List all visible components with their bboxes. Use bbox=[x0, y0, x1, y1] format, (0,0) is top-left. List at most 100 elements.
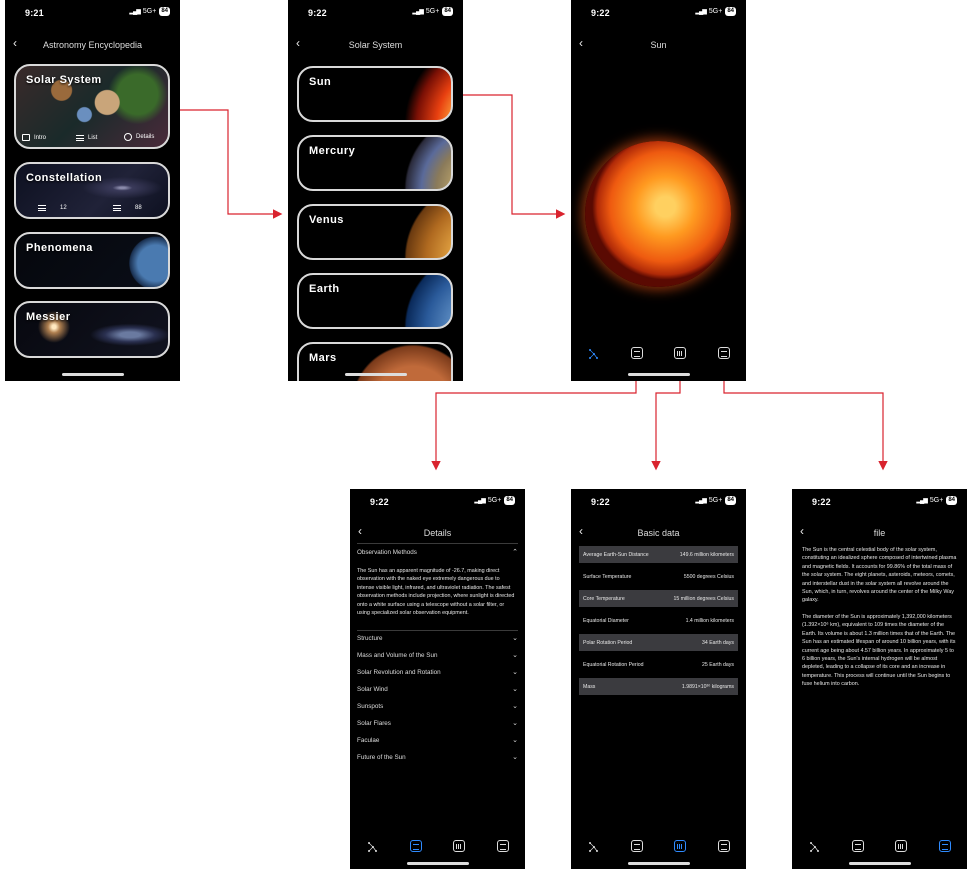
screen-sun: 9:22 ▂▄▆ 5G+ 84 ‹ Sun bbox=[571, 0, 746, 381]
planet-card-mercury[interactable]: Mercury bbox=[297, 135, 453, 191]
meta-list: List bbox=[88, 135, 98, 141]
accordion-label: Solar Flares bbox=[357, 719, 391, 727]
page-title: Astronomy Encyclopedia bbox=[42, 40, 143, 50]
screen-astronomy-encyclopedia: 9:21 ▂▄▆ 5G+ 84 ‹ Astronomy Encyclopedia S… bbox=[5, 0, 180, 381]
page-title: Details bbox=[423, 528, 452, 538]
meta-intro: Intro bbox=[34, 134, 47, 141]
chevron-down-icon: ⌄ bbox=[512, 686, 518, 693]
details-icon bbox=[124, 133, 132, 141]
network-label: 5G+ bbox=[929, 497, 944, 504]
signal-icon: ▂▄▆ bbox=[695, 498, 707, 504]
card-solar-system[interactable]: Solar System Intro List Details bbox=[14, 64, 170, 149]
card-label: Phenomena bbox=[26, 242, 93, 254]
network-label: 5G+ bbox=[142, 8, 157, 15]
constellation-tab-icon[interactable] bbox=[587, 840, 599, 852]
data-value: 149.6 million kilometers bbox=[679, 551, 734, 558]
basic-data-tab-icon[interactable] bbox=[453, 840, 466, 852]
accordion-sunspots[interactable]: Sunspots ⌄ bbox=[357, 702, 518, 711]
card-label: Venus bbox=[309, 214, 344, 226]
accordion-label: Faculae bbox=[357, 736, 380, 744]
card-phenomena[interactable]: Phenomena bbox=[14, 232, 170, 289]
data-label: Core Temperature bbox=[583, 595, 625, 602]
arrow-sun-to-detail bbox=[455, 94, 566, 219]
file-tab-icon[interactable] bbox=[718, 347, 731, 359]
status-bar: 9:22 ▂▄▆ 5G+ 84 bbox=[571, 0, 746, 22]
basic-data-tab-icon[interactable] bbox=[674, 347, 687, 359]
arrow-to-details bbox=[431, 380, 637, 471]
basic-data-tab-icon[interactable] bbox=[674, 840, 687, 852]
constellation-tab-icon[interactable] bbox=[587, 347, 599, 359]
planet-card-sun[interactable]: Sun bbox=[297, 66, 453, 122]
constellation-tab-icon[interactable] bbox=[808, 840, 820, 852]
chevron-down-icon: ⌄ bbox=[512, 754, 518, 761]
status-time: 9:22 bbox=[591, 8, 610, 18]
details-tab-icon[interactable] bbox=[630, 347, 643, 359]
planet-card-earth[interactable]: Earth bbox=[297, 273, 453, 329]
home-indicator bbox=[406, 862, 469, 865]
chevron-down-icon: ⌄ bbox=[512, 635, 518, 642]
card-label: Constellation bbox=[26, 172, 103, 184]
network-label: 5G+ bbox=[708, 497, 723, 504]
basic-data-tab-icon[interactable] bbox=[895, 840, 908, 852]
details-tab-icon[interactable] bbox=[851, 840, 864, 852]
signal-icon: ▂▄▆ bbox=[916, 498, 928, 504]
accordion-structure[interactable]: Structure ⌄ bbox=[357, 634, 518, 643]
data-label: Average Earth-Sun Distance bbox=[583, 551, 649, 558]
chevron-down-icon: ⌄ bbox=[512, 703, 518, 710]
constellation-tab-icon[interactable] bbox=[366, 840, 378, 852]
meta-constellations: 12 bbox=[60, 205, 67, 211]
data-value: 15 million degrees Celsius bbox=[673, 595, 734, 602]
page-title: Solar System bbox=[348, 40, 403, 50]
accordion-label: Mass and Volume of the Sun bbox=[357, 651, 438, 659]
status-bar: 9:22 ▂▄▆ 5G+ 84 bbox=[288, 0, 463, 22]
screen-file: 9:22 ▂▄▆ 5G+ 84 ‹ file The Sun is the cent… bbox=[792, 489, 967, 869]
tab-bar bbox=[571, 347, 746, 359]
data-row: Equatorial Diameter 1.4 million kilometer… bbox=[579, 612, 738, 629]
details-tab-icon[interactable] bbox=[409, 840, 422, 852]
status-time: 9:22 bbox=[812, 497, 831, 507]
file-tab-icon[interactable] bbox=[939, 840, 952, 852]
accordion-revolution-rotation[interactable]: Solar Revolution and Rotation ⌄ bbox=[357, 668, 518, 677]
network-label: 5G+ bbox=[425, 8, 440, 15]
accordion-mass-volume[interactable]: Mass and Volume of the Sun ⌄ bbox=[357, 651, 518, 660]
signal-icon: ▂▄▆ bbox=[412, 9, 424, 15]
card-messier[interactable]: Messier bbox=[14, 301, 170, 358]
accordion-label: Future of the Sun bbox=[357, 753, 406, 761]
data-label: Equatorial Rotation Period bbox=[583, 661, 644, 668]
observation-paragraph: The Sun has an apparent magnitude of -26… bbox=[357, 568, 515, 617]
home-indicator bbox=[627, 373, 690, 376]
accordion-label: Observation Methods bbox=[357, 548, 417, 556]
card-label: Earth bbox=[309, 283, 340, 295]
planet-card-venus[interactable]: Venus bbox=[297, 204, 453, 260]
battery-icon: 84 bbox=[504, 496, 515, 505]
accordion-future[interactable]: Future of the Sun ⌄ bbox=[357, 753, 518, 762]
sun-image bbox=[585, 141, 731, 287]
battery-icon: 84 bbox=[725, 496, 736, 505]
status-time: 9:22 bbox=[308, 8, 327, 18]
accordion-label: Solar Revolution and Rotation bbox=[357, 668, 441, 676]
data-label: Mass bbox=[583, 683, 596, 690]
accordion-solar-flares[interactable]: Solar Flares ⌄ bbox=[357, 719, 518, 728]
file-tab-icon[interactable] bbox=[497, 840, 510, 852]
accordion-observation-methods[interactable]: Observation Methods ⌃ bbox=[357, 548, 518, 557]
details-tab-icon[interactable] bbox=[630, 840, 643, 852]
accordion-faculae[interactable]: Faculae ⌄ bbox=[357, 736, 518, 745]
tab-bar bbox=[350, 840, 525, 852]
chevron-down-icon: ⌄ bbox=[512, 652, 518, 659]
card-constellation[interactable]: Constellation 12 88 bbox=[14, 162, 170, 219]
status-bar: 9:21 ▂▄▆ 5G+ 84 bbox=[5, 0, 180, 22]
data-row: Average Earth-Sun Distance 149.6 million … bbox=[579, 546, 738, 563]
data-row: Equatorial Rotation Period 25 Earth days bbox=[579, 656, 738, 673]
status-bar: 9:22 ▂▄▆ 5G+ 84 bbox=[571, 489, 746, 511]
network-label: 5G+ bbox=[708, 8, 723, 15]
status-time: 9:22 bbox=[370, 497, 389, 507]
screen-basic-data: 9:22 ▂▄▆ 5G+ 84 ‹ Basic data Average Earth… bbox=[571, 489, 746, 869]
data-value: 1.4 million kilometers bbox=[685, 617, 734, 624]
status-time: 9:21 bbox=[25, 8, 44, 18]
accordion-label: Sunspots bbox=[357, 702, 384, 710]
data-value: 1.9891×10³⁰ kilograms bbox=[681, 683, 734, 690]
divider bbox=[357, 630, 518, 631]
accordion-solar-wind[interactable]: Solar Wind ⌄ bbox=[357, 685, 518, 694]
file-tab-icon[interactable] bbox=[718, 840, 731, 852]
home-indicator bbox=[627, 862, 690, 865]
